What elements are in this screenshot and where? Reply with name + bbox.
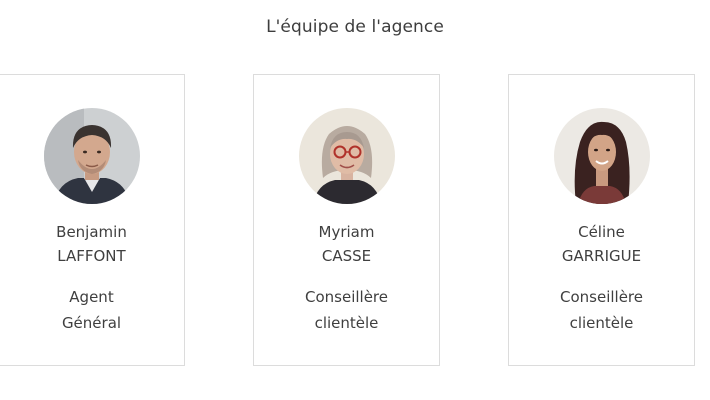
portrait-photo-icon xyxy=(298,108,395,204)
member-role-line1: Conseillère xyxy=(305,288,388,306)
member-role-line2: clientèle xyxy=(569,314,634,332)
member-first-name: Céline xyxy=(578,223,625,241)
team-member-card: Benjamin LAFFONT Agent Général xyxy=(0,74,185,366)
member-first-name: Benjamin xyxy=(56,223,127,241)
member-role-line2: clientèle xyxy=(314,314,379,332)
portrait-photo-icon xyxy=(553,108,650,204)
member-role-line1: Conseillère xyxy=(560,288,643,306)
team-member-card: Myriam CASSE Conseillère clientèle xyxy=(253,74,440,366)
member-role-line2: Général xyxy=(61,314,122,332)
avatar xyxy=(298,108,395,204)
avatar xyxy=(553,108,650,204)
section-title: L'équipe de l'agence xyxy=(266,17,444,37)
portrait-photo-icon xyxy=(43,108,140,204)
team-member-card: Céline GARRIGUE Conseillère clientèle xyxy=(508,74,695,366)
member-last-name: GARRIGUE xyxy=(561,247,642,265)
member-role-line1: Agent xyxy=(69,288,114,306)
member-last-name: LAFFONT xyxy=(57,247,126,265)
avatar xyxy=(43,108,140,204)
member-first-name: Myriam xyxy=(318,223,375,241)
member-last-name: CASSE xyxy=(321,247,372,265)
